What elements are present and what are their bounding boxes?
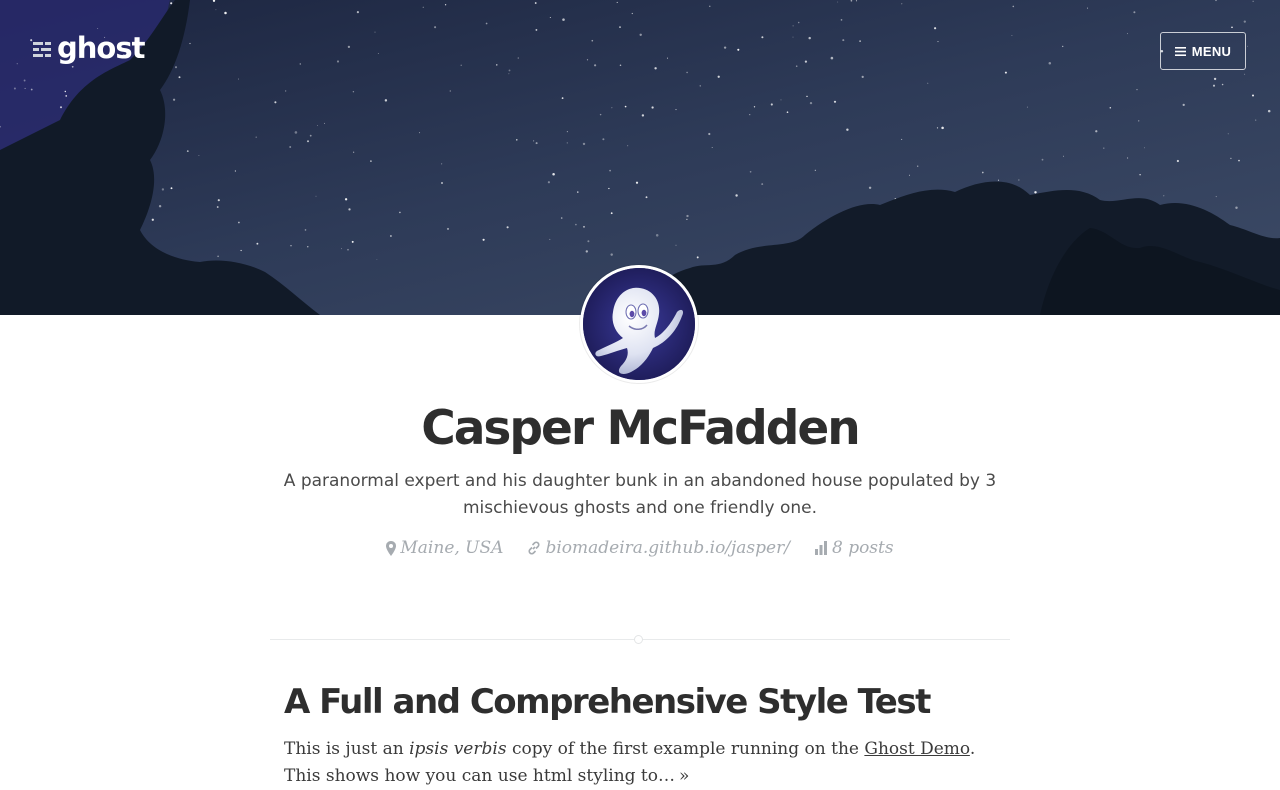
- menu-label: MENU: [1191, 43, 1232, 59]
- author-avatar: [580, 265, 698, 383]
- location-text: Maine, USA: [400, 538, 504, 558]
- excerpt-emphasis: ipsis verbis: [409, 739, 507, 759]
- author-post-count: 8 posts: [814, 538, 894, 558]
- menu-button[interactable]: MENU: [1160, 32, 1246, 70]
- post-count-text: 8 posts: [831, 538, 894, 558]
- excerpt-text-2: copy of the first example running on the: [506, 739, 865, 759]
- author-meta: Maine, USA biomadeira.github.io/jasper/ …: [0, 538, 1280, 558]
- link-icon: [528, 541, 540, 555]
- post-title-text[interactable]: A Full and Comprehensive Style Test: [284, 682, 931, 722]
- ghost-avatar-image: [583, 268, 695, 380]
- ghost-demo-link[interactable]: Ghost Demo: [864, 739, 969, 759]
- stats-icon: [814, 541, 827, 555]
- author-name: Casper McFadden: [421, 401, 861, 456]
- ghost-logo-icon: [33, 42, 51, 57]
- location-pin-icon: [386, 540, 397, 556]
- author-website[interactable]: biomadeira.github.io/jasper/: [527, 538, 790, 558]
- post-title[interactable]: A Full and Comprehensive Style Test: [284, 678, 931, 726]
- excerpt-text-1: This is just an: [284, 739, 410, 759]
- author-location: Maine, USA: [386, 538, 503, 558]
- divider-dot: [634, 635, 643, 644]
- author-bio: A paranormal expert and his daughter bun…: [283, 471, 997, 518]
- read-more-link[interactable]: »: [679, 766, 689, 786]
- hamburger-icon: [1174, 46, 1186, 56]
- website-link[interactable]: biomadeira.github.io/jasper/: [545, 538, 790, 558]
- logo-text: ghost: [57, 31, 145, 65]
- ghost-logo[interactable]: ghost: [33, 28, 145, 68]
- post-excerpt: This is just an ipsis verbis copy of the…: [284, 736, 996, 790]
